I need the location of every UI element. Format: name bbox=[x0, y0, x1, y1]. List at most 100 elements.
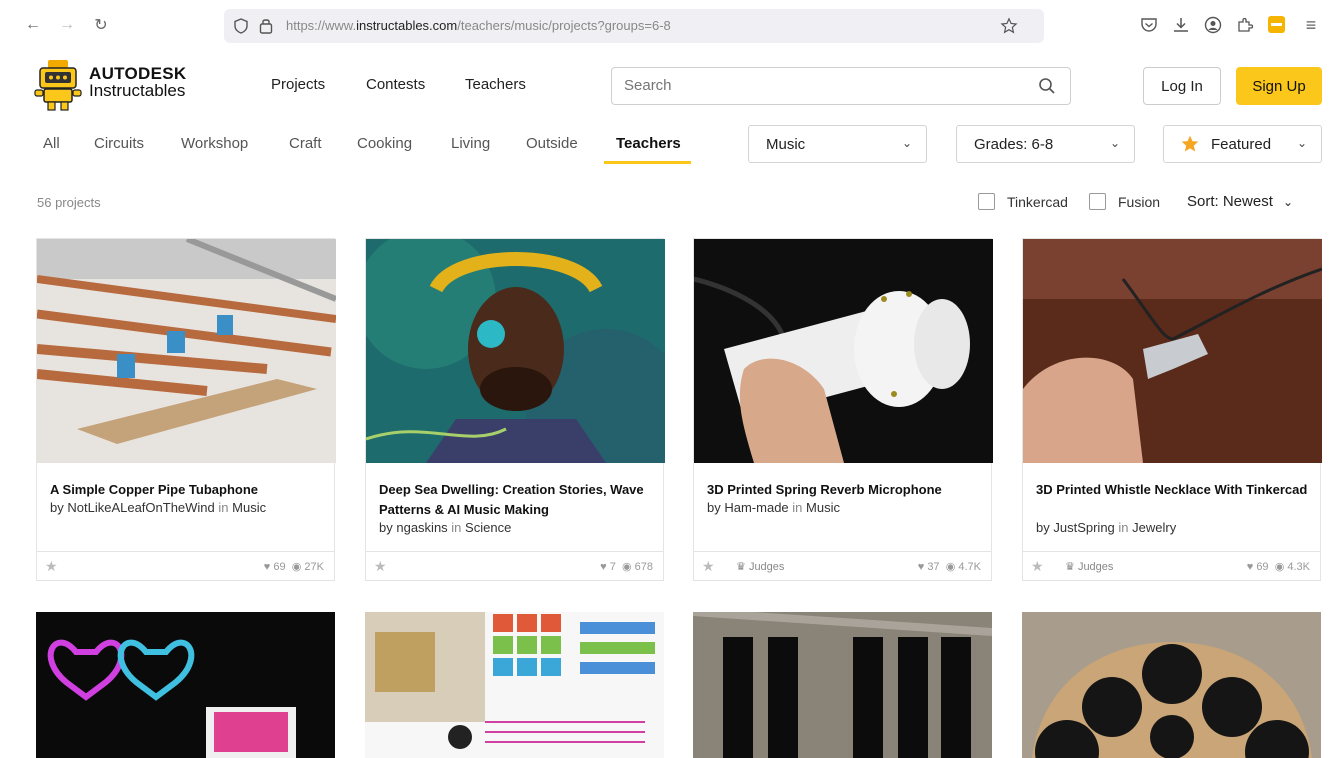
sort-label: Sort: Newest bbox=[1187, 193, 1273, 210]
heart-icon: ♥ bbox=[917, 561, 925, 573]
menu-icon[interactable]: ≡ bbox=[1300, 14, 1322, 36]
author-link[interactable]: NotLikeALeafOnTheWind bbox=[67, 500, 214, 515]
project-thumbnail[interactable] bbox=[1023, 239, 1322, 463]
project-card[interactable]: Deep Sea Dwelling: Creation Stories, Wav… bbox=[365, 238, 665, 581]
author-link[interactable]: Ham-made bbox=[724, 500, 788, 515]
category-link[interactable]: Science bbox=[465, 520, 511, 535]
site-logo-text[interactable]: AUTODESK Instructables bbox=[89, 65, 187, 99]
signup-button[interactable]: Sign Up bbox=[1236, 67, 1322, 105]
heart-icon: ♥ bbox=[1246, 561, 1254, 573]
category-cooking[interactable]: Cooking bbox=[357, 135, 412, 152]
brand-instructables: Instructables bbox=[89, 81, 186, 100]
card-stats: ♥ 69 ◉ 4.3K bbox=[1246, 561, 1310, 573]
fusion-checkbox[interactable] bbox=[1089, 193, 1106, 210]
forward-icon[interactable]: → bbox=[56, 14, 78, 36]
project-thumbnail[interactable] bbox=[693, 612, 992, 758]
heart-icon: ♥ bbox=[600, 561, 607, 573]
eye-icon: ◉ bbox=[945, 561, 956, 573]
project-byline: by NotLikeALeafOnTheWind in Music bbox=[50, 500, 267, 515]
eye-icon: ◉ bbox=[1274, 561, 1285, 573]
login-button[interactable]: Log In bbox=[1143, 67, 1221, 105]
url-bar[interactable]: https://www.instructables.com/teachers/m… bbox=[224, 9, 1044, 43]
project-thumbnail[interactable] bbox=[365, 612, 664, 758]
category-teachers[interactable]: Teachers bbox=[616, 135, 681, 152]
account-icon[interactable] bbox=[1204, 16, 1222, 34]
card-footer: ★ ♛ Judges ♥ 69 ◉ 4.3K bbox=[1023, 551, 1320, 581]
card-footer: ★ ♛ Judges ♥ 37 ◉ 4.7K bbox=[694, 551, 991, 581]
grades-dropdown-value: Grades: 6-8 bbox=[974, 136, 1054, 153]
featured-dropdown-value: Featured bbox=[1211, 136, 1272, 153]
project-byline: by ngaskins in Science bbox=[379, 520, 512, 535]
channel-dropdown-value: Music bbox=[766, 136, 806, 153]
url-text[interactable]: https://www.instructables.com/teachers/m… bbox=[286, 18, 671, 33]
back-icon[interactable]: ← bbox=[22, 14, 44, 36]
tinkercad-label[interactable]: Tinkercad bbox=[1007, 194, 1068, 210]
project-thumbnail[interactable] bbox=[366, 239, 665, 463]
project-count: 56 projects bbox=[37, 195, 101, 210]
download-icon[interactable] bbox=[1172, 16, 1190, 34]
project-byline: by JustSpring in Jewelry bbox=[1036, 520, 1177, 535]
search-icon[interactable] bbox=[1038, 77, 1056, 95]
eye-icon: ◉ bbox=[291, 561, 302, 573]
search-input[interactable] bbox=[624, 77, 1024, 94]
project-thumbnail[interactable] bbox=[36, 612, 335, 758]
pocket-icon[interactable] bbox=[1140, 16, 1158, 34]
project-thumbnail[interactable] bbox=[694, 239, 993, 463]
extensions-icon[interactable] bbox=[1236, 16, 1254, 34]
channel-dropdown[interactable]: Music ⌄ bbox=[748, 125, 927, 163]
card-stats: ♥ 37 ◉ 4.7K bbox=[917, 561, 981, 573]
category-outside[interactable]: Outside bbox=[526, 135, 578, 152]
trophy-icon: ♛ bbox=[736, 561, 746, 573]
project-card[interactable]: 3D Printed Spring Reverb Microphone by H… bbox=[693, 238, 993, 581]
reload-icon[interactable]: ↻ bbox=[90, 14, 112, 36]
project-title[interactable]: 3D Printed Spring Reverb Microphone bbox=[707, 480, 981, 500]
brand-autodesk: AUTODESK bbox=[89, 64, 187, 83]
category-craft[interactable]: Craft bbox=[289, 135, 322, 152]
instructables-robot-logo[interactable] bbox=[34, 58, 82, 112]
category-circuits[interactable]: Circuits bbox=[94, 135, 144, 152]
heart-icon: ♥ bbox=[263, 561, 271, 573]
project-card[interactable]: A Simple Copper Pipe Tubaphone by NotLik… bbox=[36, 238, 336, 581]
favorite-star-icon[interactable]: ★ bbox=[702, 558, 715, 575]
project-thumbnail[interactable] bbox=[1022, 612, 1321, 758]
fusion-label[interactable]: Fusion bbox=[1118, 194, 1160, 210]
author-link[interactable]: ngaskins bbox=[396, 520, 447, 535]
featured-dropdown[interactable]: Featured ⌄ bbox=[1163, 125, 1322, 163]
category-all[interactable]: All bbox=[43, 135, 60, 152]
chevron-down-icon: ⌄ bbox=[901, 136, 912, 150]
category-workshop[interactable]: Workshop bbox=[181, 135, 248, 152]
category-living[interactable]: Living bbox=[451, 135, 490, 152]
nav-teachers[interactable]: Teachers bbox=[465, 76, 526, 93]
tinkercad-checkbox[interactable] bbox=[978, 193, 995, 210]
card-stats: ♥ 7 ◉ 678 bbox=[600, 561, 653, 573]
project-title[interactable]: Deep Sea Dwelling: Creation Stories, Wav… bbox=[379, 480, 653, 520]
card-stats: ♥ 69 ◉ 27K bbox=[263, 561, 324, 573]
chevron-down-icon: ⌄ bbox=[1283, 195, 1294, 209]
project-title[interactable]: A Simple Copper Pipe Tubaphone bbox=[50, 480, 324, 500]
project-card[interactable]: 3D Printed Whistle Necklace With Tinkerc… bbox=[1022, 238, 1322, 581]
active-category-underline bbox=[604, 161, 691, 164]
grades-dropdown[interactable]: Grades: 6-8 ⌄ bbox=[956, 125, 1135, 163]
lock-icon bbox=[259, 19, 273, 34]
author-link[interactable]: JustSpring bbox=[1053, 520, 1114, 535]
search-box[interactable] bbox=[611, 67, 1071, 105]
trophy-icon: ♛ bbox=[1065, 561, 1075, 573]
nav-projects[interactable]: Projects bbox=[271, 76, 325, 93]
project-title[interactable]: 3D Printed Whistle Necklace With Tinkerc… bbox=[1036, 480, 1310, 500]
sort-dropdown[interactable]: Sort: Newest ⌄ bbox=[1187, 193, 1293, 210]
nav-contests[interactable]: Contests bbox=[366, 76, 425, 93]
category-link[interactable]: Music bbox=[806, 500, 840, 515]
bookmark-star-icon[interactable] bbox=[1000, 17, 1018, 35]
project-thumbnail[interactable] bbox=[37, 239, 336, 463]
category-link[interactable]: Music bbox=[232, 500, 266, 515]
favorite-star-icon[interactable]: ★ bbox=[45, 558, 58, 575]
favorite-star-icon[interactable]: ★ bbox=[1031, 558, 1044, 575]
extension-badge-icon[interactable] bbox=[1268, 16, 1285, 33]
chevron-down-icon: ⌄ bbox=[1109, 136, 1120, 150]
favorite-star-icon[interactable]: ★ bbox=[374, 558, 387, 575]
project-byline: by Ham-made in Music bbox=[707, 500, 840, 515]
card-footer: ★ ♥ 7 ◉ 678 bbox=[366, 551, 663, 581]
category-link[interactable]: Jewelry bbox=[1132, 520, 1176, 535]
eye-icon: ◉ bbox=[621, 561, 632, 573]
star-icon bbox=[1181, 135, 1199, 152]
